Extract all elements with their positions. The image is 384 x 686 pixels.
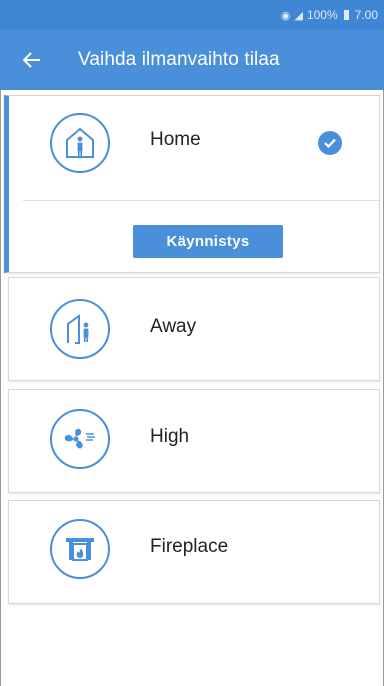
- check-icon: [318, 131, 342, 155]
- app-bar: Vaihda ilmanvaihto tilaa: [0, 30, 384, 90]
- status-bar: ◉ ◢ 100% 7.00: [0, 0, 384, 30]
- wifi-icon: ◉: [280, 9, 291, 22]
- clock: 7.00: [354, 8, 378, 22]
- mode-card-away[interactable]: Away: [8, 277, 380, 381]
- start-button[interactable]: Käynnistys: [133, 225, 283, 258]
- mode-card-fireplace[interactable]: Fireplace: [8, 500, 380, 604]
- mode-card-home[interactable]: Home Käynnistys: [4, 95, 380, 273]
- battery-percent: 100%: [306, 8, 338, 22]
- fireplace-icon: [50, 519, 110, 579]
- arrow-left-icon: [23, 52, 40, 68]
- mode-label-fireplace: Fireplace: [150, 536, 229, 557]
- mode-card-high[interactable]: High: [8, 389, 380, 493]
- divider: [23, 200, 379, 201]
- mode-label-high: High: [150, 426, 190, 447]
- fan-icon: [50, 409, 110, 469]
- signal-icon: ◢: [294, 9, 303, 22]
- home-person-icon: [50, 113, 110, 173]
- battery-icon: [343, 10, 349, 20]
- away-person-icon: [50, 299, 110, 359]
- page-title: Vaihda ilmanvaihto tilaa: [78, 49, 280, 70]
- mode-label-home: Home: [150, 129, 201, 150]
- back-button[interactable]: [14, 40, 50, 80]
- mode-label-away: Away: [150, 316, 197, 337]
